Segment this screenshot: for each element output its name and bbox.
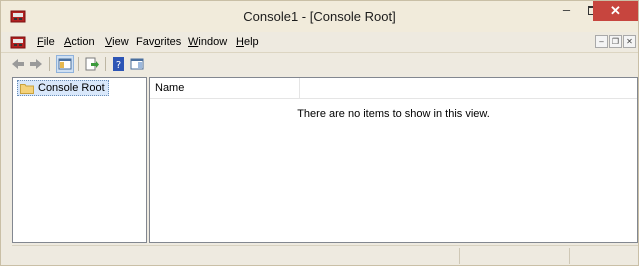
menu-view[interactable]: View	[105, 36, 129, 48]
result-list-pane[interactable]: Name There are no items to show in this …	[149, 77, 638, 243]
status-cell	[569, 248, 570, 264]
console-system-menu-icon[interactable]	[10, 34, 26, 50]
menu-bar: File Action View Favorites Window Help –…	[1, 32, 638, 52]
menu-file[interactable]: File	[37, 36, 55, 48]
menu-help[interactable]: Help	[236, 36, 259, 48]
empty-list-message: There are no items to show in this view.	[297, 108, 490, 120]
menu-window[interactable]: Window	[188, 36, 227, 48]
folder-icon	[20, 83, 34, 94]
scope-tree-pane[interactable]: Console Root	[12, 77, 147, 243]
child-window-controls: – ❐ ✕	[595, 35, 636, 49]
tree-item-label: Console Root	[38, 82, 105, 94]
title-bar[interactable]: Console1 - [Console Root] – ✕	[1, 1, 638, 32]
child-close-button[interactable]: ✕	[623, 35, 636, 48]
status-bar	[12, 245, 638, 265]
list-header: Name	[150, 78, 637, 99]
forward-arrow-icon[interactable]	[28, 56, 44, 72]
child-restore-button[interactable]: ❐	[609, 35, 622, 48]
tree-item-console-root[interactable]: Console Root	[17, 80, 109, 96]
svg-text:?: ?	[116, 60, 121, 71]
toolbar-separator	[78, 57, 79, 71]
toolbar: ?	[1, 52, 638, 74]
menu-action[interactable]: Action	[64, 36, 95, 48]
menu-favorites[interactable]: Favorites	[136, 36, 181, 48]
status-cell	[459, 248, 460, 264]
minimize-button[interactable]: –	[553, 1, 580, 21]
help-icon[interactable]: ?	[111, 56, 127, 72]
child-minimize-button[interactable]: –	[595, 35, 608, 48]
toolbar-separator	[105, 57, 106, 71]
export-list-icon[interactable]	[84, 56, 100, 72]
window-title: Console1 - [Console Root]	[243, 9, 396, 24]
back-arrow-icon[interactable]	[10, 56, 26, 72]
mmc-window: Console1 - [Console Root] – ✕ File Actio…	[0, 0, 639, 266]
show-hide-tree-icon[interactable]	[56, 55, 74, 73]
close-button[interactable]: ✕	[593, 1, 638, 21]
show-hide-action-pane-icon[interactable]	[129, 56, 145, 72]
column-header-name[interactable]: Name	[150, 78, 300, 98]
toolbar-separator	[49, 57, 50, 71]
